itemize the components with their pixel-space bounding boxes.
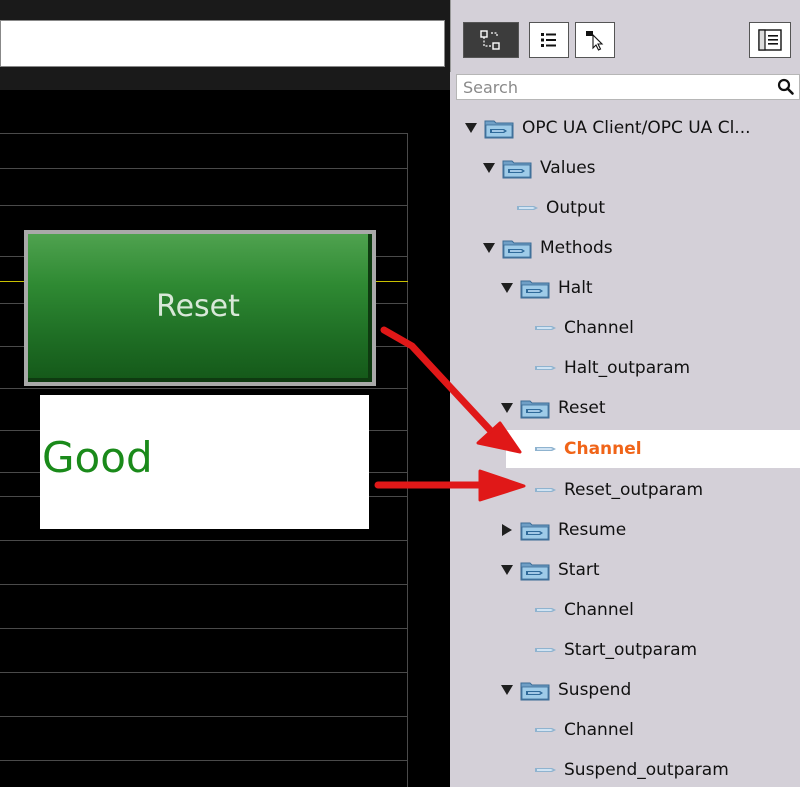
expanded-triangle-icon[interactable]	[500, 563, 514, 577]
tree-node-suspend-outparam[interactable]: Suspend_outparam	[532, 750, 729, 787]
grid-line	[0, 540, 408, 541]
folder-icon	[520, 519, 550, 541]
grid-line	[0, 168, 408, 169]
status-display: Good	[40, 395, 369, 529]
connection-wire	[376, 281, 408, 282]
tree-node-reset-outparam[interactable]: Reset_outparam	[532, 470, 703, 510]
list-view-icon	[541, 33, 556, 47]
pointer-select-button[interactable]	[575, 22, 615, 58]
variable-icon	[532, 643, 560, 657]
node-browser-panel: OPC UA Client/OPC UA Cl... Values Output…	[450, 0, 800, 787]
grid-line	[0, 133, 408, 134]
properties-panel-icon	[758, 29, 782, 51]
variable-icon	[532, 361, 560, 375]
expanded-triangle-icon[interactable]	[482, 161, 496, 175]
tree-node-start-channel[interactable]: Channel	[532, 590, 634, 630]
tree-node-label: Start_outparam	[564, 640, 698, 660]
tree-node-reset-channel[interactable]: Channel	[506, 430, 800, 468]
list-view-button[interactable]	[529, 22, 569, 58]
tree-node-start[interactable]: Start	[500, 550, 600, 590]
tree-node-values[interactable]: Values	[482, 148, 596, 188]
tree-node-label: Output	[546, 198, 606, 218]
variable-icon	[532, 483, 560, 497]
grid-line	[0, 205, 408, 206]
reset-block[interactable]: Reset	[24, 230, 376, 386]
grid-line	[0, 672, 408, 673]
search-box	[456, 74, 800, 100]
panel-toolbar	[450, 0, 800, 72]
search-icon[interactable]	[777, 78, 795, 96]
tree-node-label: Suspend	[558, 680, 632, 700]
tree-view-icon	[480, 30, 500, 50]
expanded-triangle-icon[interactable]	[500, 281, 514, 295]
grid-line	[0, 760, 408, 761]
expanded-triangle-icon[interactable]	[482, 241, 496, 255]
tree-view-button[interactable]	[463, 22, 519, 58]
tree-node-label: Halt_outparam	[564, 358, 691, 378]
diagram-canvas[interactable]: Reset Good	[0, 0, 450, 787]
collapsed-triangle-icon[interactable]	[500, 523, 514, 537]
variable-icon	[532, 321, 560, 335]
tree-node-suspend[interactable]: Suspend	[500, 670, 631, 710]
reset-button[interactable]: Reset	[28, 234, 372, 382]
expanded-triangle-icon[interactable]	[500, 401, 514, 415]
tree-node-label: Channel	[564, 439, 642, 459]
grid-line	[407, 133, 408, 787]
tree-node-label: Channel	[564, 720, 634, 740]
variable-icon	[532, 763, 560, 777]
tree-node-label: Start	[558, 560, 600, 580]
tree-node-label: Reset_outparam	[564, 480, 704, 500]
tree-node-label: Values	[540, 158, 596, 178]
grid-line	[0, 388, 408, 389]
folder-icon	[520, 559, 550, 581]
grid-line	[0, 628, 408, 629]
grid-line	[0, 584, 408, 585]
tree-node-root[interactable]: OPC UA Client/OPC UA Cl...	[464, 108, 800, 148]
tree-node-label: Suspend_outparam	[564, 760, 729, 780]
tree-node-output[interactable]: Output	[514, 188, 605, 228]
tree-node-start-outparam[interactable]: Start_outparam	[532, 630, 697, 670]
variable-icon	[532, 723, 560, 737]
tree-node-halt-outparam[interactable]: Halt_outparam	[532, 348, 690, 388]
status-value: Good	[42, 433, 153, 482]
folder-icon	[520, 397, 550, 419]
search-input[interactable]	[457, 75, 777, 99]
tree-node-label: Channel	[564, 318, 634, 338]
folder-icon	[502, 157, 532, 179]
tree-node-label: Halt	[558, 278, 593, 298]
pointer-select-icon	[586, 31, 604, 51]
folder-icon	[520, 277, 550, 299]
tree-node-label: Resume	[558, 520, 627, 540]
tree-node-label: Reset	[558, 398, 606, 418]
variable-icon	[514, 201, 542, 215]
tree-node-resume[interactable]: Resume	[500, 510, 626, 550]
tree-node-label: Channel	[564, 600, 634, 620]
tree-node-methods[interactable]: Methods	[482, 228, 613, 268]
expanded-triangle-icon[interactable]	[464, 121, 478, 135]
folder-icon	[520, 679, 550, 701]
tree-node-label: OPC UA Client/OPC UA Cl...	[522, 118, 751, 138]
folder-icon	[484, 117, 514, 139]
connection-wire	[0, 281, 26, 282]
tree-node-reset[interactable]: Reset	[500, 388, 606, 428]
tree-node-suspend-channel[interactable]: Channel	[532, 710, 634, 750]
variable-icon	[532, 442, 560, 456]
folder-icon	[502, 237, 532, 259]
grid-line	[0, 716, 408, 717]
tree-node-halt[interactable]: Halt	[500, 268, 593, 308]
variable-icon	[532, 603, 560, 617]
properties-panel-button[interactable]	[749, 22, 791, 58]
expanded-triangle-icon[interactable]	[500, 683, 514, 697]
canvas-header	[0, 0, 450, 90]
tree-node-label: Methods	[540, 238, 613, 258]
tree-node-halt-channel[interactable]: Channel	[532, 308, 634, 348]
canvas-top-field[interactable]	[0, 20, 445, 67]
